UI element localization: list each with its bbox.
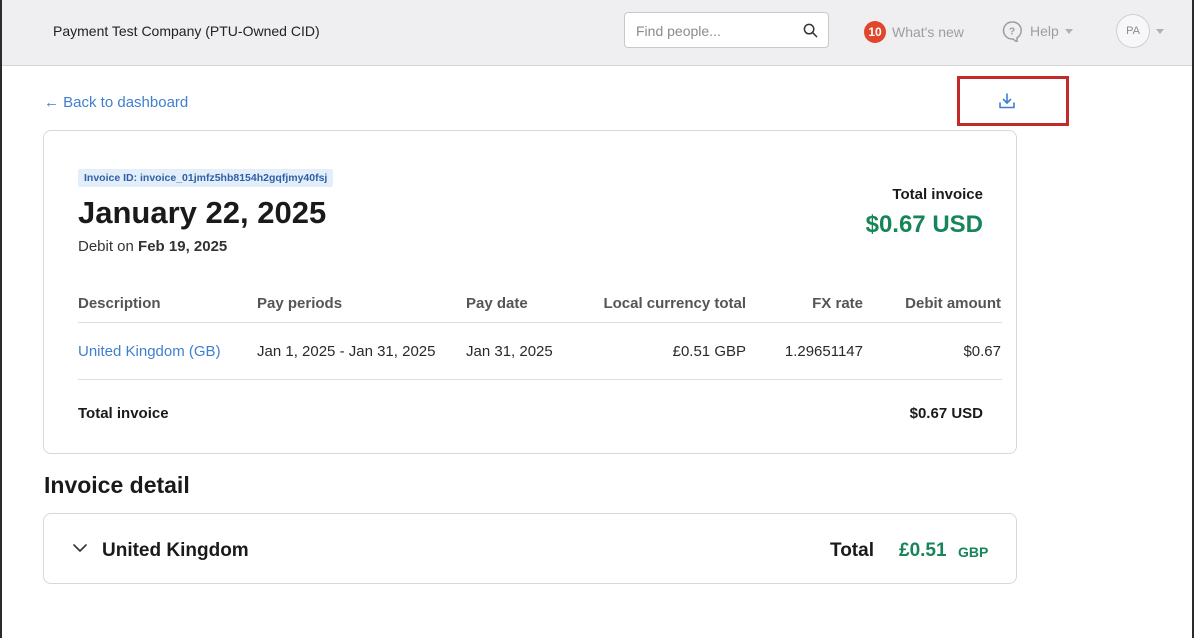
- whats-new-label: What's new: [892, 24, 964, 40]
- row-debit-amount: $0.67: [963, 343, 1001, 360]
- column-header-pay-date: Pay date: [466, 295, 528, 312]
- search-input[interactable]: [634, 22, 798, 40]
- debit-date: Feb 19, 2025: [138, 238, 228, 255]
- column-header-local-currency-total: Local currency total: [603, 295, 746, 312]
- chevron-down-icon: [1156, 28, 1164, 34]
- column-header-pay-periods: Pay periods: [257, 295, 343, 312]
- help-label: Help: [1030, 23, 1059, 39]
- debit-date-text: Debit on Feb 19, 2025: [78, 238, 227, 255]
- invoice-summary-card: Invoice ID: invoice_01jmfz5hb8154h2gqfjm…: [43, 130, 1017, 454]
- row-description-link[interactable]: United Kingdom (GB): [78, 343, 221, 360]
- column-header-description: Description: [78, 295, 161, 312]
- help-menu-button[interactable]: ? Help: [1001, 20, 1073, 42]
- table-total-amount: $0.67 USD: [909, 405, 983, 422]
- svg-text:?: ?: [1009, 27, 1015, 38]
- download-icon[interactable]: [998, 92, 1016, 110]
- search-box[interactable]: [624, 12, 829, 48]
- column-header-debit-amount: Debit amount: [905, 295, 1001, 312]
- country-total-currency: GBP: [958, 544, 989, 560]
- invoice-detail-heading: Invoice detail: [44, 472, 190, 498]
- chevron-down-icon: [1064, 28, 1073, 34]
- country-name: United Kingdom: [102, 540, 249, 561]
- table-divider: [78, 322, 1002, 323]
- total-invoice-amount: $0.67 USD: [865, 211, 983, 238]
- row-local-total: £0.51 GBP: [672, 343, 746, 360]
- window-border-left: [0, 0, 2, 638]
- company-name[interactable]: Payment Test Company (PTU-Owned CID): [53, 23, 320, 39]
- invoice-id-tag: Invoice ID: invoice_01jmfz5hb8154h2gqfjm…: [78, 169, 334, 187]
- row-pay-date: Jan 31, 2025: [466, 343, 553, 360]
- back-to-dashboard-link[interactable]: ← Back to dashboard: [44, 94, 188, 111]
- top-bar: Payment Test Company (PTU-Owned CID) 10 …: [2, 0, 1192, 66]
- table-divider: [78, 379, 1002, 380]
- row-pay-periods: Jan 1, 2025 - Jan 31, 2025: [257, 343, 436, 360]
- help-icon: ?: [1002, 21, 1022, 42]
- invoice-date-heading: January 22, 2025: [78, 195, 327, 230]
- search-icon[interactable]: [803, 23, 818, 38]
- total-invoice-label: Total invoice: [892, 186, 983, 203]
- notification-count-badge: 10: [864, 21, 886, 43]
- column-header-fx-rate: FX rate: [812, 295, 863, 312]
- row-fx-rate: 1.29651147: [784, 343, 863, 360]
- country-detail-accordion[interactable]: United Kingdom Total £0.51 GBP: [43, 513, 1017, 584]
- country-total-amount: £0.51: [899, 540, 947, 561]
- avatar: PA: [1116, 14, 1150, 48]
- debit-prefix: Debit on: [78, 238, 139, 255]
- whats-new-button[interactable]: 10 What's new: [864, 21, 964, 43]
- chevron-down-icon[interactable]: [73, 543, 87, 553]
- table-total-label: Total invoice: [78, 405, 169, 422]
- country-total-label: Total: [830, 540, 874, 561]
- account-menu-button[interactable]: PA: [1116, 14, 1164, 48]
